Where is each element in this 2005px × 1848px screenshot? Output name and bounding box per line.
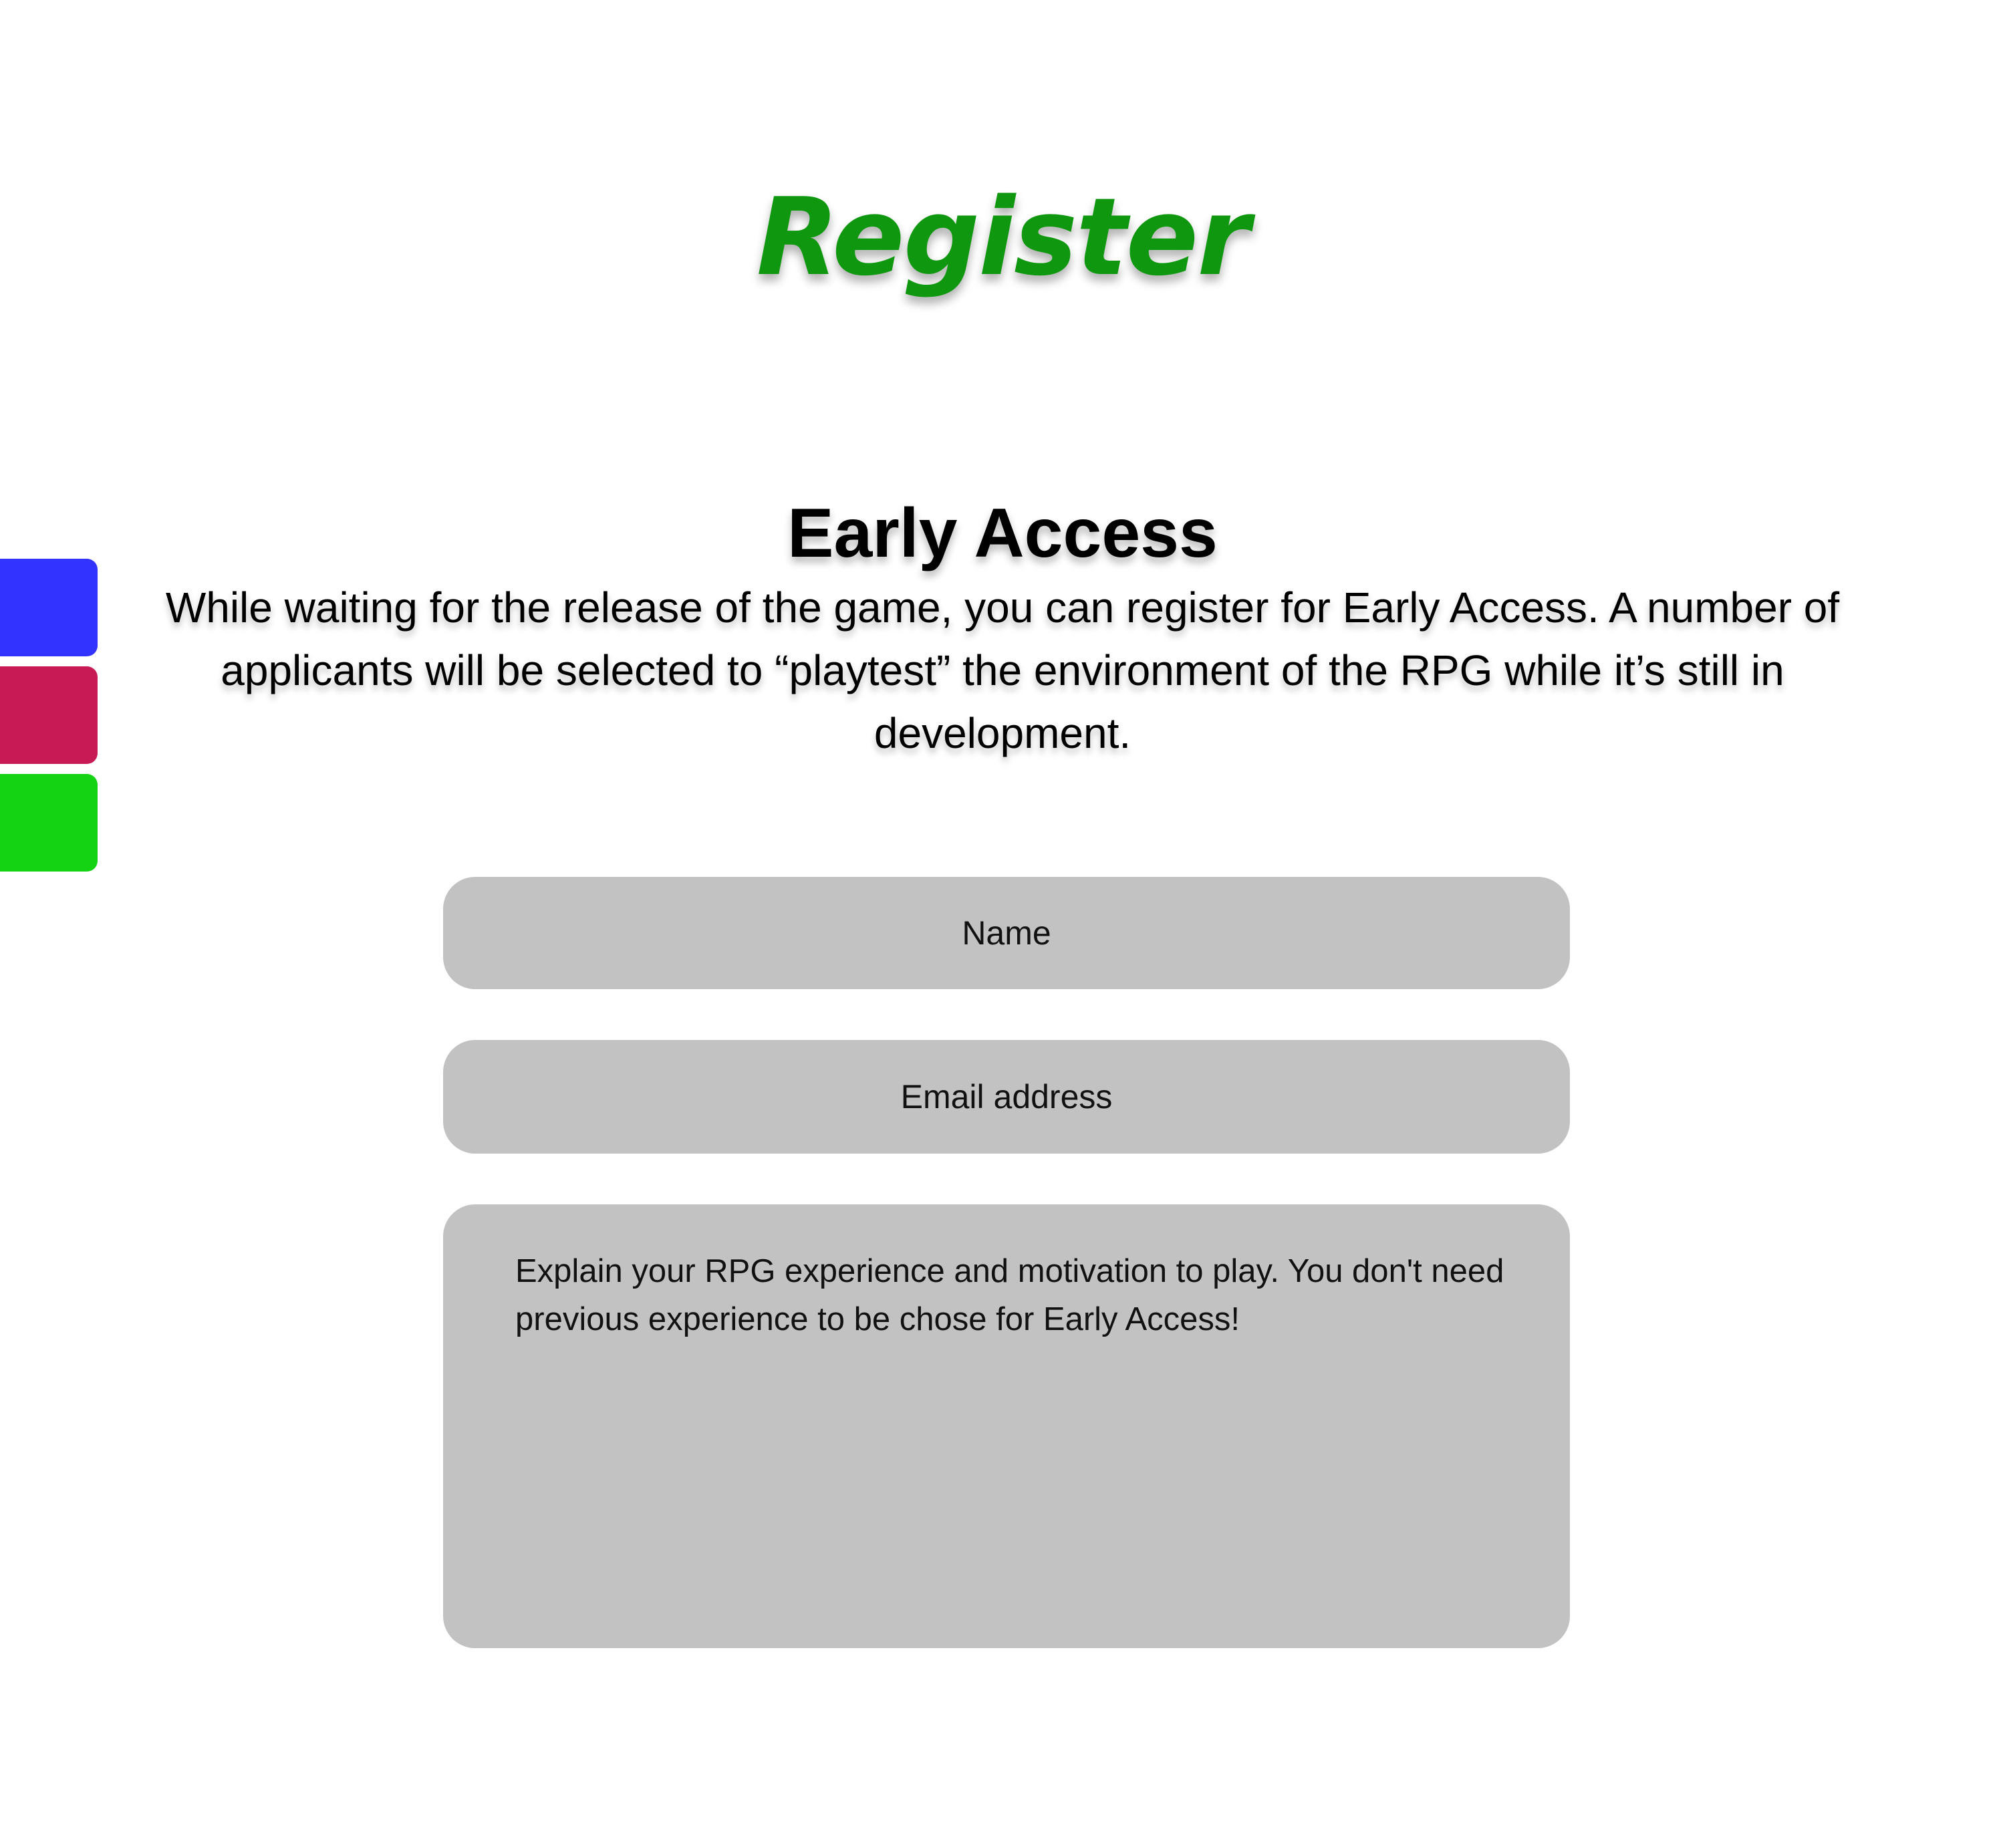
color-swatch-red[interactable] xyxy=(0,666,98,764)
name-input[interactable] xyxy=(443,877,1570,989)
color-swatch-green[interactable] xyxy=(0,774,98,872)
early-access-heading: Early Access xyxy=(787,495,1218,572)
early-access-description: While waiting for the release of the gam… xyxy=(165,583,1840,757)
motivation-textarea[interactable] xyxy=(443,1204,1570,1648)
email-input[interactable] xyxy=(443,1040,1570,1154)
page-title: Register xyxy=(756,174,1250,299)
